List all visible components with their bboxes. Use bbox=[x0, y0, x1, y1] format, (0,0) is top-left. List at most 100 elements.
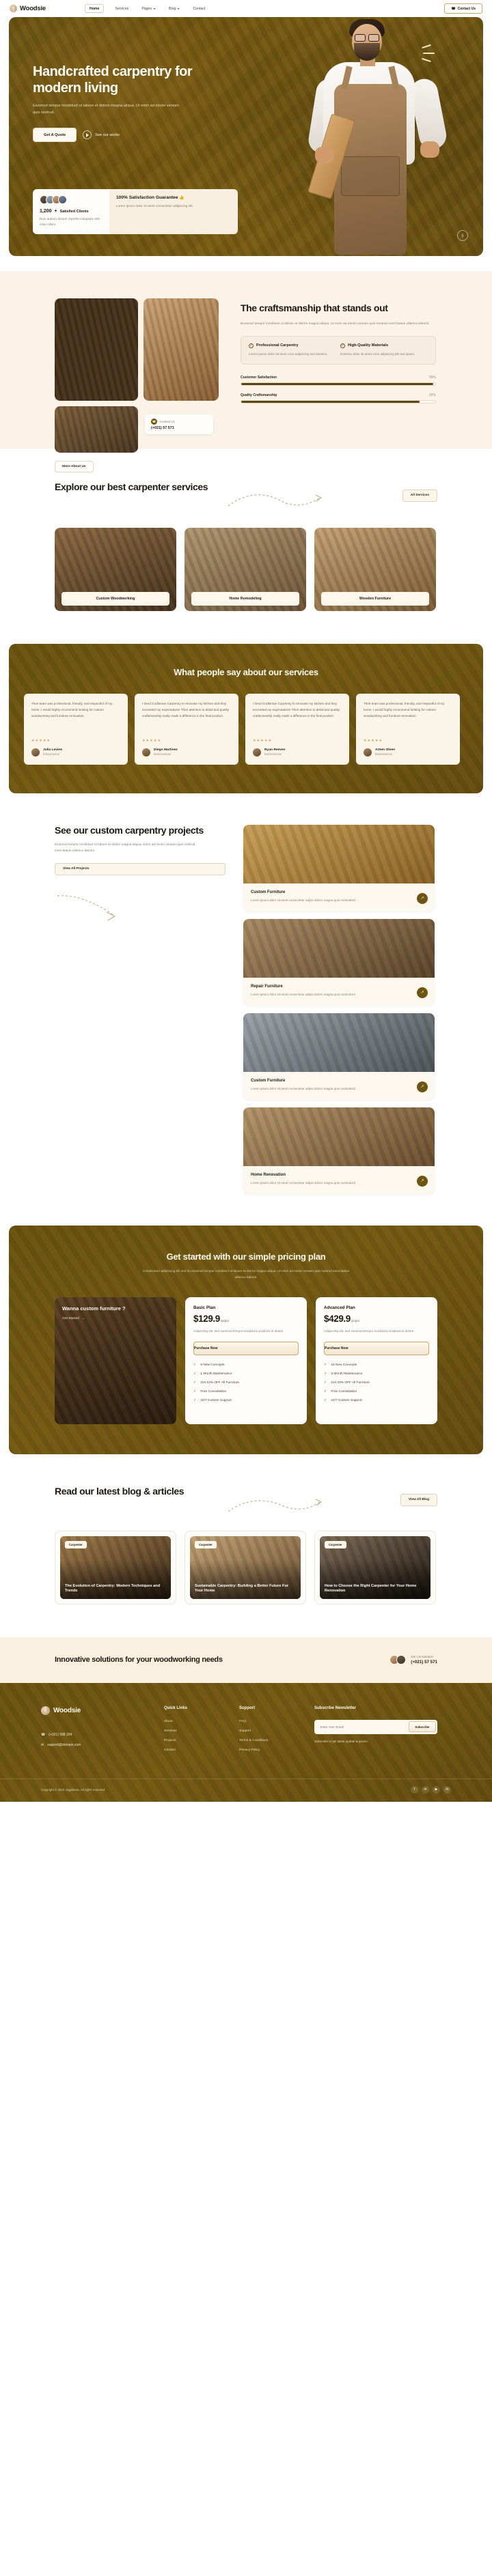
avatar bbox=[142, 748, 150, 756]
footer-email[interactable]: ✉ support@domain.com bbox=[41, 1743, 164, 1747]
satisfied-clients-card: 1,200 + Satisfied Clients Duis auteiru d… bbox=[33, 188, 109, 234]
linkedin-icon[interactable]: in bbox=[422, 1785, 429, 1794]
progress-label: Quality Craftsmanship bbox=[241, 393, 277, 397]
footer-link[interactable]: Projects bbox=[164, 1739, 239, 1742]
contact-chip-number: (+021) 57 571 bbox=[151, 426, 174, 430]
footer-email-label: support@domain.com bbox=[47, 1742, 81, 1747]
footer-link[interactable]: Services bbox=[164, 1729, 239, 1733]
feature-desc: Lorem ipsum dolor sit amet cons adipisci… bbox=[249, 352, 328, 356]
nav-item-pages-label: Pages bbox=[141, 6, 152, 11]
view-all-blog-button[interactable]: View All Blog bbox=[400, 1493, 437, 1506]
footer-link[interactable]: About bbox=[164, 1720, 239, 1723]
see-our-works-button[interactable]: See our works bbox=[83, 130, 120, 140]
blog-card[interactable]: Carpenter How to Choose the Right Carpen… bbox=[314, 1530, 436, 1604]
feature-desc: Doesmo dolor sit amet cons adipiscing el… bbox=[340, 352, 415, 356]
more-about-us-button[interactable]: More About Us bbox=[55, 461, 94, 472]
guarantee-desc: Lorem ipsum dolor sit amet consectetur a… bbox=[116, 204, 193, 208]
project-desc: Lorem ipsum dolor sit amet consectetur a… bbox=[251, 1180, 357, 1185]
footer-brand: Woodsie ☎ (+021) 588 334 ✉ support@domain.… bbox=[41, 1705, 164, 1758]
hero-title: Handcrafted carpentry for modern living bbox=[33, 64, 193, 96]
service-card[interactable]: Wooden Furniture bbox=[314, 527, 436, 611]
pricing-subtitle: Consectetur adipiscing elit sed do eiusm… bbox=[142, 1269, 350, 1279]
project-card[interactable]: Repair Furniture Lorem ipsum dolor sit a… bbox=[243, 918, 435, 1006]
purchase-now-button[interactable]: Purchase Now bbox=[193, 1342, 299, 1356]
plan-name: Basic Plan bbox=[193, 1305, 216, 1310]
contact-chip[interactable]: ☎ Contact Us (+021) 57 571 bbox=[145, 414, 213, 434]
plan-feature: ✓ 3 Month Maintenance bbox=[324, 1372, 429, 1376]
guarantee-title-text: 100% Satisfaction Guarantee bbox=[116, 195, 178, 200]
testimonial-text: I hired Craftsman Carpentry to renovate … bbox=[253, 701, 340, 718]
project-title: Custom Furniture bbox=[251, 1078, 286, 1083]
plan-feature: ✓ Free Consultation bbox=[324, 1389, 429, 1393]
sparkle-icon bbox=[420, 43, 443, 66]
plan-period: /project bbox=[220, 1318, 229, 1322]
plan-feature: ✓ 1 Month Maintenance bbox=[193, 1372, 299, 1376]
footer-link[interactable]: Terms & Conditions bbox=[239, 1739, 314, 1742]
satisfied-clients-desc: Duis auteiru dolorin reprehe voluptate v… bbox=[40, 216, 100, 226]
contact-us-button[interactable]: ☎ Contact Us bbox=[444, 3, 482, 14]
footer-link[interactable]: FAQ bbox=[239, 1720, 314, 1723]
plan-feature: ✓ Get 10% OFF All Furniture bbox=[193, 1381, 299, 1385]
progress-value: 92% bbox=[428, 393, 436, 397]
facebook-icon[interactable]: f bbox=[411, 1785, 418, 1794]
scroll-down-button[interactable]: ⇩ bbox=[457, 230, 468, 241]
subscribe-button[interactable]: Subscribe bbox=[409, 1721, 436, 1733]
cta-consultation[interactable]: Get Consultation (+021) 57 571 bbox=[390, 1655, 437, 1665]
email-icon[interactable]: ✉ bbox=[443, 1785, 451, 1794]
projects-subtitle: Eiusmod tempor incididunt ut labore et d… bbox=[55, 843, 195, 853]
nav-item-home[interactable]: Home bbox=[85, 4, 105, 13]
services-grid: Custom Woodworking Home Remodeling Woode… bbox=[55, 527, 437, 611]
plan-feature: ✓ 15 New Concepts bbox=[324, 1363, 429, 1367]
avatar bbox=[364, 748, 372, 756]
youtube-icon[interactable]: ▶ bbox=[433, 1785, 440, 1794]
footer-link[interactable]: Contact bbox=[164, 1749, 239, 1752]
copyright: Copyright © 2024 Jogjakarta. All rights … bbox=[41, 1787, 106, 1792]
project-arrow-button[interactable]: ↗ bbox=[417, 1081, 428, 1092]
project-arrow-button[interactable]: ↗ bbox=[417, 1175, 428, 1187]
nav-item-services[interactable]: Services bbox=[113, 5, 131, 12]
get-a-quote-button[interactable]: Get A Quote bbox=[33, 128, 77, 143]
testimonial-role: Businessman bbox=[375, 752, 393, 756]
footer-link[interactable]: Privacy Policy bbox=[239, 1749, 314, 1752]
newsletter-email-input[interactable] bbox=[316, 1722, 409, 1731]
project-desc: Lorem ipsum dolor sit amet consectetur a… bbox=[251, 898, 357, 902]
stat-number: 1,200 bbox=[40, 208, 52, 214]
get-started-link[interactable]: Get Started → bbox=[62, 1317, 139, 1320]
service-card[interactable]: Custom Woodworking bbox=[55, 527, 176, 611]
pricing-row: Wanna custom furniture ? Get Started → Ba… bbox=[55, 1297, 437, 1424]
services-section: Explore our best carpenter services All … bbox=[0, 449, 492, 632]
check-icon: ✓ bbox=[324, 1372, 327, 1376]
nav-item-blog[interactable]: Blog bbox=[167, 5, 182, 12]
plan-desc: Adipiscing elit, sed eiusmod tempor inci… bbox=[193, 1329, 284, 1333]
pricing-plan-advanced: Advanced Plan $429.9/project Adipiscing … bbox=[316, 1297, 437, 1424]
hero-subtitle: Eiusmod tempor incididunt ut labore et d… bbox=[33, 103, 179, 115]
plan-features: ✓ 15 New Concepts ✓ 3 Month Maintenance ✓ G… bbox=[324, 1363, 429, 1402]
stat-plus: + bbox=[54, 208, 57, 214]
nav-item-pages[interactable]: Pages bbox=[139, 5, 158, 12]
project-card[interactable]: Home Renovation Lorem ipsum dolor sit am… bbox=[243, 1107, 435, 1194]
blog-card[interactable]: Carpenter Sustainable Carpentry: Buildin… bbox=[184, 1530, 306, 1604]
project-arrow-button[interactable]: ↗ bbox=[417, 987, 428, 998]
all-services-button[interactable]: All Services bbox=[402, 489, 437, 502]
project-card[interactable]: Custom Furniture Lorem ipsum dolor sit a… bbox=[243, 824, 435, 911]
nav-item-contact[interactable]: Contact bbox=[191, 5, 207, 12]
play-icon bbox=[83, 130, 92, 140]
view-all-projects-button[interactable]: View All Projects bbox=[55, 862, 226, 875]
service-card[interactable]: Home Remodeling bbox=[184, 527, 306, 611]
footer-link[interactable]: Support bbox=[239, 1729, 314, 1733]
footer-logo[interactable]: Woodsie bbox=[41, 1705, 164, 1715]
footer-phone[interactable]: ☎ (+021) 588 334 bbox=[41, 1733, 164, 1737]
testimonial-name: Diego Martinez bbox=[154, 748, 178, 752]
blog-card[interactable]: Carpenter The Evolution of Carpentry: Mo… bbox=[55, 1530, 176, 1604]
purchase-now-button[interactable]: Purchase Now bbox=[324, 1342, 429, 1356]
check-icon: ✓ bbox=[193, 1372, 197, 1376]
project-card[interactable]: Custom Furniture Lorem ipsum dolor sit a… bbox=[243, 1013, 435, 1100]
promo-card[interactable]: Wanna custom furniture ? Get Started → bbox=[55, 1297, 176, 1424]
newsletter-form: Subscribe bbox=[314, 1719, 437, 1734]
nav-item-contact-label: Contact bbox=[193, 6, 206, 11]
project-arrow-button[interactable]: ↗ bbox=[417, 892, 428, 904]
brand-logo[interactable]: Woodsie bbox=[10, 5, 85, 12]
project-title: Custom Furniture bbox=[251, 890, 286, 894]
satisfied-clients-count: 1,200 + Satisfied Clients bbox=[40, 209, 102, 214]
blog-section: Read our latest blog & articles View All… bbox=[0, 1454, 492, 1619]
